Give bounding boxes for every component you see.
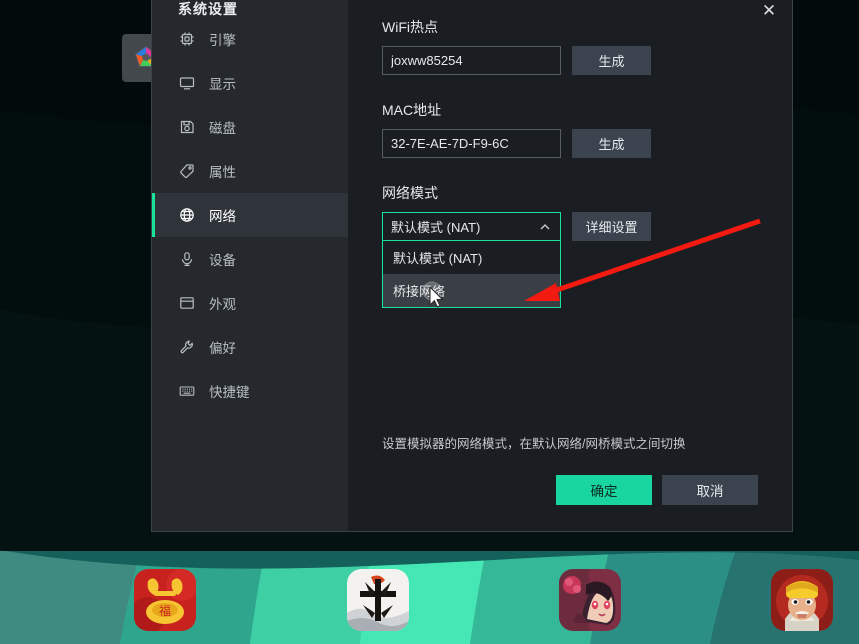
sidebar-title: 系统设置 <box>178 1 238 17</box>
sidebar-item-label: 属性 <box>209 165 236 180</box>
game-icon-shuai <box>347 569 409 631</box>
sidebar-item-engine[interactable]: 引擎 <box>152 17 348 61</box>
network-mode-select[interactable]: 默认模式 (NAT) <box>382 212 561 241</box>
close-icon[interactable]: ✕ <box>754 0 784 23</box>
network-mode-dropdown: 默认模式 (NAT) 桥接网络 <box>382 241 561 308</box>
settings-main-panel: ✕ WiFi热点 生成 MAC地址 生成 网络模式 默认模式 (NAT) <box>348 0 792 531</box>
tag-icon <box>178 162 196 180</box>
dock-bar: 福 <box>0 551 859 644</box>
game-icon-meng: 福 <box>134 569 196 631</box>
sidebar-item-network[interactable]: 网络 <box>152 193 348 237</box>
sidebar-item-label: 引擎 <box>209 33 236 48</box>
mac-address-field-group: MAC地址 生成 <box>382 100 758 158</box>
wifi-hotspot-row: 生成 <box>382 46 758 75</box>
mac-address-input[interactable] <box>382 129 561 158</box>
sidebar-item-label: 外观 <box>209 297 236 312</box>
sidebar-item-display[interactable]: 显示 <box>152 61 348 105</box>
monitor-icon <box>178 74 196 92</box>
detail-settings-button[interactable]: 详细设置 <box>572 212 651 241</box>
network-mode-label: 网络模式 <box>382 185 438 201</box>
dock-icon-0[interactable]: 福 <box>134 569 196 631</box>
wifi-generate-button[interactable]: 生成 <box>572 46 651 75</box>
sidebar-item-preference[interactable]: 偏好 <box>152 325 348 369</box>
dock-icon-3[interactable] <box>771 569 833 631</box>
sidebar-item-label: 显示 <box>209 77 236 92</box>
network-mode-selected-value: 默认模式 (NAT) <box>391 220 481 235</box>
network-mode-row: 默认模式 (NAT) 默认模式 (NAT) 桥接网络 详细设置 <box>382 212 758 308</box>
chevron-up-icon <box>538 220 552 234</box>
keyboard-icon <box>178 382 196 400</box>
sidebar-item-shortcuts[interactable]: 快捷键 <box>152 369 348 413</box>
sidebar-item-device[interactable]: 设备 <box>152 237 348 281</box>
footer-hint-text: 设置模拟器的网络模式，在默认网络/网桥模式之间切换 <box>382 437 686 451</box>
wifi-hotspot-input[interactable] <box>382 46 561 75</box>
dock-icon-1[interactable] <box>347 569 409 631</box>
sidebar-item-label: 偏好 <box>209 341 236 356</box>
cancel-button[interactable]: 取消 <box>662 475 758 505</box>
network-mode-field-group: 网络模式 默认模式 (NAT) 默认模式 (NAT) 桥接网络 详细设置 <box>382 183 758 308</box>
sidebar-item-appearance[interactable]: 外观 <box>152 281 348 325</box>
device-icon <box>178 250 196 268</box>
sidebar-item-label: 设备 <box>209 253 236 268</box>
network-mode-option-bridge[interactable]: 桥接网络 <box>383 274 560 307</box>
mac-address-label: MAC地址 <box>382 102 442 118</box>
system-settings-dialog: 系统设置 引擎 显示 磁盘 属性 网络 设备 外观 偏好 快捷键 ✕ WiFi热… <box>151 0 793 532</box>
sidebar-item-label: 磁盘 <box>209 121 236 136</box>
sidebar-item-label: 网络 <box>209 209 236 224</box>
mac-address-row: 生成 <box>382 129 758 158</box>
cpu-icon <box>178 30 196 48</box>
footer-button-group: 确定 取消 <box>556 475 758 505</box>
game-icon-clash <box>771 569 833 631</box>
sidebar-item-properties[interactable]: 属性 <box>152 149 348 193</box>
window-icon <box>178 294 196 312</box>
mac-generate-button[interactable]: 生成 <box>572 129 651 158</box>
disk-icon <box>178 118 196 136</box>
sidebar-item-disk[interactable]: 磁盘 <box>152 105 348 149</box>
sidebar-item-label: 快捷键 <box>209 385 250 400</box>
globe-icon <box>178 206 196 224</box>
confirm-button[interactable]: 确定 <box>556 475 652 505</box>
settings-sidebar: 系统设置 引擎 显示 磁盘 属性 网络 设备 外观 偏好 快捷键 <box>152 0 348 531</box>
wifi-hotspot-label: WiFi热点 <box>382 19 438 35</box>
wrench-icon <box>178 338 196 356</box>
wifi-hotspot-field-group: WiFi热点 生成 <box>382 17 758 75</box>
network-mode-option-nat[interactable]: 默认模式 (NAT) <box>383 241 560 274</box>
game-icon-anime <box>559 569 621 631</box>
svg-text:福: 福 <box>159 603 171 618</box>
dock-icon-2[interactable] <box>559 569 621 631</box>
